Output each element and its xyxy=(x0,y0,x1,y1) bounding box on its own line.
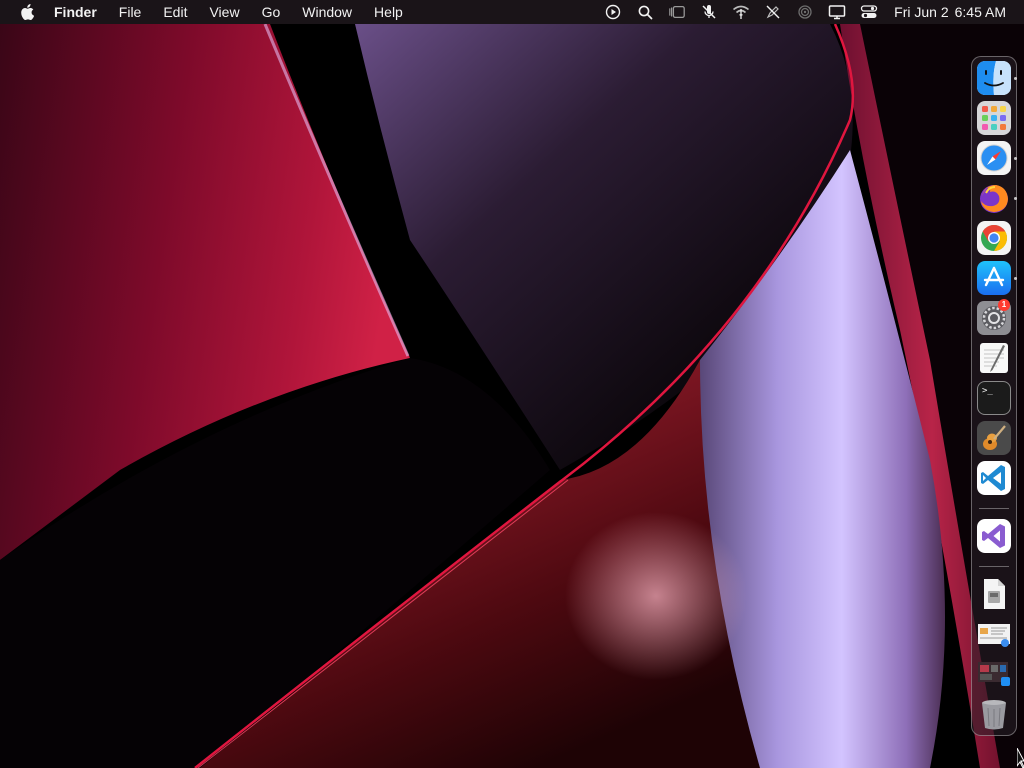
dock-separator xyxy=(979,508,1009,509)
menu-bar: Finder File Edit View Go Window Help Fri… xyxy=(0,0,1024,24)
play-icon[interactable] xyxy=(604,3,622,21)
dock-item-garageband[interactable] xyxy=(977,421,1011,455)
dock-item-safari[interactable] xyxy=(977,141,1011,175)
chrome-icon xyxy=(977,221,1011,255)
dock-item-applications[interactable] xyxy=(977,657,1011,691)
dock-item-textedit[interactable] xyxy=(977,341,1011,375)
dock-running-indicator xyxy=(1014,277,1017,280)
mute-icon[interactable] xyxy=(700,3,718,21)
dock-item-finder[interactable] xyxy=(977,61,1011,95)
dock-running-indicator xyxy=(1014,197,1017,200)
dock-running-indicator xyxy=(1014,77,1017,80)
dock-item-document[interactable] xyxy=(977,577,1011,611)
applications-stack-icon xyxy=(978,662,1010,686)
textedit-icon xyxy=(980,343,1008,373)
mouse-pointer-icon xyxy=(1017,748,1024,768)
terminal-icon: >_ xyxy=(982,386,993,396)
safari-icon xyxy=(977,141,1011,175)
menu-help[interactable]: Help xyxy=(363,0,414,24)
menu-bar-left: Finder File Edit View Go Window Help xyxy=(0,0,414,24)
dock-item-app-store[interactable] xyxy=(977,261,1011,295)
menu-go[interactable]: Go xyxy=(251,0,292,24)
dock-item-terminal[interactable]: >_ xyxy=(977,381,1011,415)
dock-separator xyxy=(979,566,1009,567)
menu-bar-status: Fri Jun 2 6:45 AM xyxy=(597,0,1024,24)
wallpaper xyxy=(0,0,1024,768)
menu-bar-clock[interactable]: Fri Jun 2 6:45 AM xyxy=(894,4,1006,20)
menu-window[interactable]: Window xyxy=(291,0,363,24)
menu-app-name[interactable]: Finder xyxy=(54,0,108,24)
dock-item-firefox[interactable] xyxy=(977,181,1011,215)
clock-time: 6:45 AM xyxy=(954,4,1006,20)
notification-badge: 1 xyxy=(998,299,1010,311)
apple-menu-icon[interactable] xyxy=(18,3,36,21)
control-center-icon[interactable] xyxy=(860,3,878,21)
wifi-icon[interactable] xyxy=(732,3,750,21)
garageband-icon xyxy=(977,421,1011,455)
trash-icon xyxy=(982,700,1006,730)
display-icon[interactable] xyxy=(828,3,846,21)
dock-item-chrome[interactable] xyxy=(977,221,1011,255)
menu-edit[interactable]: Edit xyxy=(152,0,198,24)
desktop[interactable]: Finder File Edit View Go Window Help Fri… xyxy=(0,0,1024,768)
finder-icon xyxy=(977,61,1011,95)
dock-item-vscode[interactable] xyxy=(977,461,1011,495)
dock: 1 >_ xyxy=(971,56,1017,736)
launchpad-icon xyxy=(977,101,1011,135)
menu-file[interactable]: File xyxy=(108,0,153,24)
clock-date: Fri Jun 2 xyxy=(894,4,949,20)
firefox-icon xyxy=(980,185,1008,213)
search-icon[interactable] xyxy=(636,3,654,21)
dock-item-screenshots[interactable] xyxy=(977,617,1011,651)
dock-item-trash[interactable] xyxy=(977,697,1011,731)
document-icon xyxy=(984,579,1005,609)
airdrop-icon[interactable] xyxy=(796,3,814,21)
visual-studio-icon xyxy=(977,519,1011,553)
vscode-icon xyxy=(977,461,1011,495)
pen-off-icon[interactable] xyxy=(764,3,782,21)
screenshot-stack-icon xyxy=(978,624,1010,647)
menu-view[interactable]: View xyxy=(198,0,250,24)
dock-running-indicator xyxy=(1014,157,1017,160)
app-store-icon xyxy=(977,261,1011,295)
stage-manager-icon[interactable] xyxy=(668,3,686,21)
dock-item-launchpad[interactable] xyxy=(977,101,1011,135)
dock-item-visual-studio[interactable] xyxy=(977,519,1011,553)
